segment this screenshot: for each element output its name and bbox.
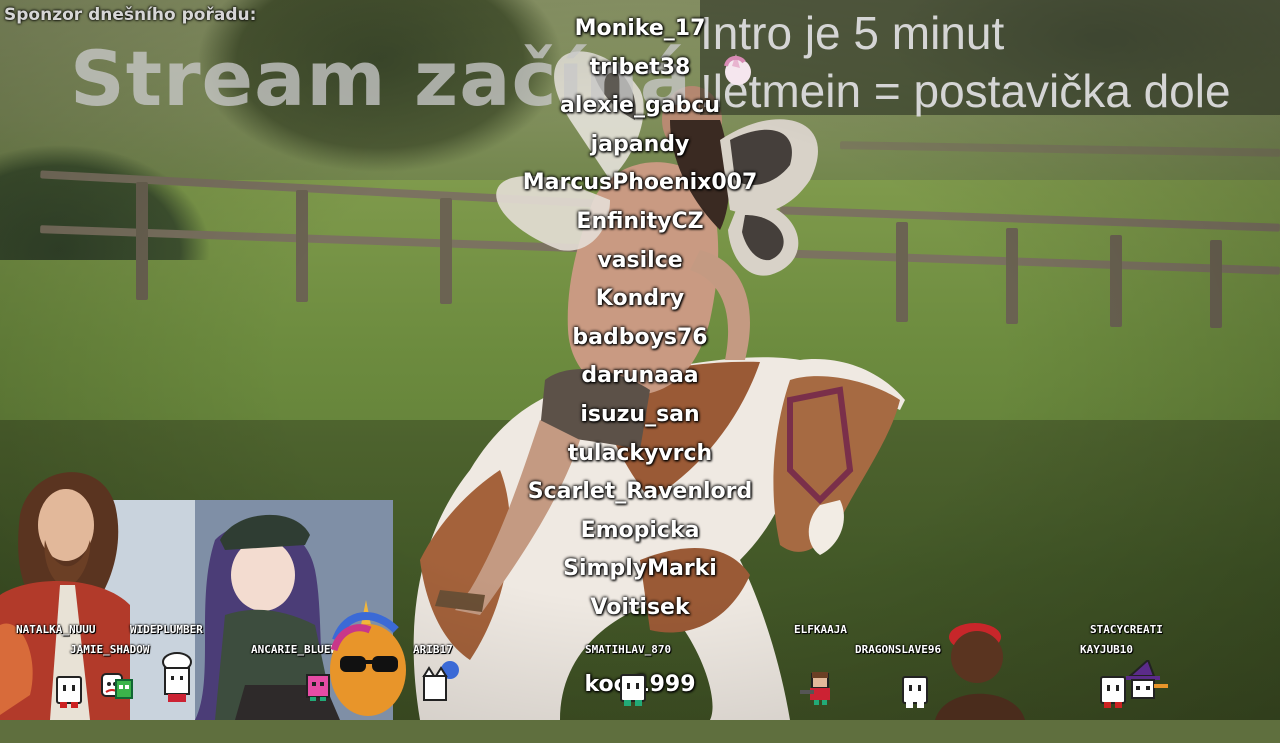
credit-name: Kondry	[595, 286, 685, 312]
credit-name: tulackyvrch	[567, 440, 713, 466]
chat-user-name: WIDEPLUMBER	[130, 623, 203, 636]
ghost-avatar-icon	[56, 676, 82, 708]
chat-user-name: ELFKAAJA	[794, 623, 847, 636]
credit-name: badboys76	[572, 324, 708, 350]
frog-avatar-icon	[115, 679, 133, 699]
credit-name: Voitisek	[590, 594, 690, 620]
meme-man-avatar-icon	[935, 623, 1025, 720]
chat-user-name: NATALKA_NUUU	[16, 623, 96, 636]
gunner-avatar-icon	[800, 672, 830, 705]
credit-name	[440, 705, 840, 743]
chat-user-name: KAYJUB10	[1080, 643, 1133, 656]
chat-user-name: STACYCREATI	[1090, 623, 1163, 636]
credit-name: japandy	[590, 131, 690, 157]
credit-name: SimplyMarki	[563, 556, 717, 582]
credit-name: Scarlet_Ravenlord	[527, 479, 753, 505]
credit-name: darunaaa	[581, 363, 699, 389]
witch-avatar-icon	[1126, 660, 1168, 699]
chat-user-name: ARIB17	[413, 643, 453, 656]
sponsor-label: Sponzor dnešního pořadu:	[4, 5, 257, 25]
credit-name: vasilce	[597, 247, 683, 273]
unicorn-sunglasses-avatar-icon	[330, 600, 406, 716]
credit-name: EnfinityCZ	[576, 208, 704, 234]
credit-name: MarcusPhoenix007	[522, 170, 758, 196]
credit-name: Monike_17	[574, 16, 706, 41]
cat-balloon-avatar-icon	[422, 661, 459, 701]
chat-user-name: SMATIHLAV_870	[585, 643, 672, 656]
chef-avatar-icon	[162, 652, 192, 702]
chat-user-name: JAMIE_SHADOW	[70, 643, 150, 656]
credit-name: alexie_gabcu	[559, 93, 720, 119]
ghost-avatar-icon	[620, 674, 646, 706]
ghost-avatar-icon	[902, 676, 928, 708]
credit-name: isuzu_san	[580, 401, 700, 427]
credits-roll: Monike_17 tribet38 alexie_gabcu japandy …	[440, 10, 840, 743]
credit-name: tribet38	[589, 54, 691, 80]
chat-user-name: DRAGONSLAVE96	[855, 643, 942, 656]
credit-name: Emopicka	[580, 517, 700, 543]
